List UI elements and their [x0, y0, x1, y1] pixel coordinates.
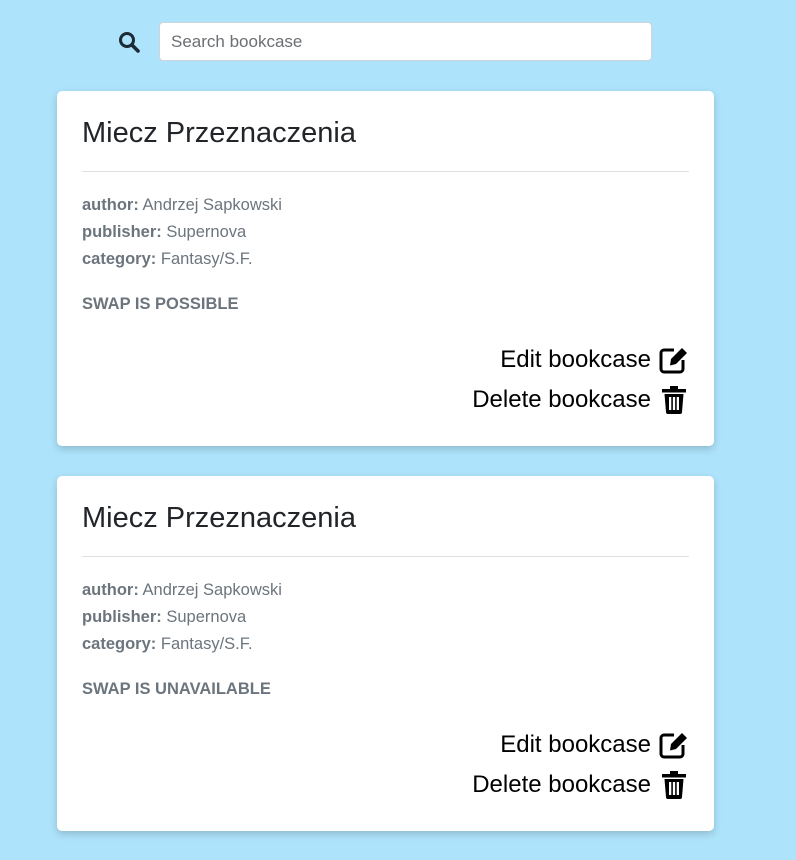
delete-bookcase-label: Delete bookcase [472, 386, 651, 413]
author-line: author: Andrzej Sapkowski [82, 577, 689, 604]
card-actions: Edit bookcase Delete bookcase [472, 725, 689, 805]
book-title: Miecz Przeznaczenia [82, 502, 356, 534]
author-value: Andrzej Sapkowski [142, 196, 282, 214]
search-bar [118, 22, 652, 61]
search-icon[interactable] [118, 31, 140, 53]
publisher-key: publisher: [82, 223, 162, 241]
category-value: Fantasy/S.F. [160, 250, 253, 268]
delete-bookcase-button[interactable]: Delete bookcase [472, 765, 689, 805]
author-value: Andrzej Sapkowski [142, 581, 282, 599]
search-input[interactable] [159, 22, 652, 61]
category-key: category: [82, 635, 157, 653]
trash-icon [659, 771, 689, 799]
edit-bookcase-button[interactable]: Edit bookcase [472, 340, 689, 380]
publisher-line: publisher: Supernova [82, 219, 689, 246]
book-title: Miecz Przeznaczenia [82, 117, 356, 149]
publisher-key: publisher: [82, 608, 162, 626]
category-line: category: Fantasy/S.F. [82, 631, 689, 658]
delete-bookcase-label: Delete bookcase [472, 771, 651, 798]
edit-bookcase-button[interactable]: Edit bookcase [472, 725, 689, 765]
divider [82, 556, 689, 557]
edit-bookcase-label: Edit bookcase [500, 346, 651, 373]
delete-bookcase-button[interactable]: Delete bookcase [472, 380, 689, 420]
trash-icon [659, 386, 689, 414]
publisher-line: publisher: Supernova [82, 604, 689, 631]
card-actions: Edit bookcase Delete bookcase [472, 340, 689, 420]
author-line: author: Andrzej Sapkowski [82, 192, 689, 219]
category-value: Fantasy/S.F. [160, 635, 253, 653]
bookcase-card: Miecz Przeznaczenia author: Andrzej Sapk… [57, 91, 714, 446]
bookcase-card: Miecz Przeznaczenia author: Andrzej Sapk… [57, 476, 714, 831]
swap-status: SWAP IS UNAVAILABLE [82, 680, 271, 698]
edit-icon [659, 731, 689, 759]
category-line: category: Fantasy/S.F. [82, 246, 689, 273]
category-key: category: [82, 250, 157, 268]
publisher-value: Supernova [166, 223, 247, 241]
publisher-value: Supernova [166, 608, 247, 626]
swap-status: SWAP IS POSSIBLE [82, 295, 239, 313]
edit-icon [659, 346, 689, 374]
author-key: author: [82, 581, 139, 599]
edit-bookcase-label: Edit bookcase [500, 731, 651, 758]
author-key: author: [82, 196, 139, 214]
divider [82, 171, 689, 172]
